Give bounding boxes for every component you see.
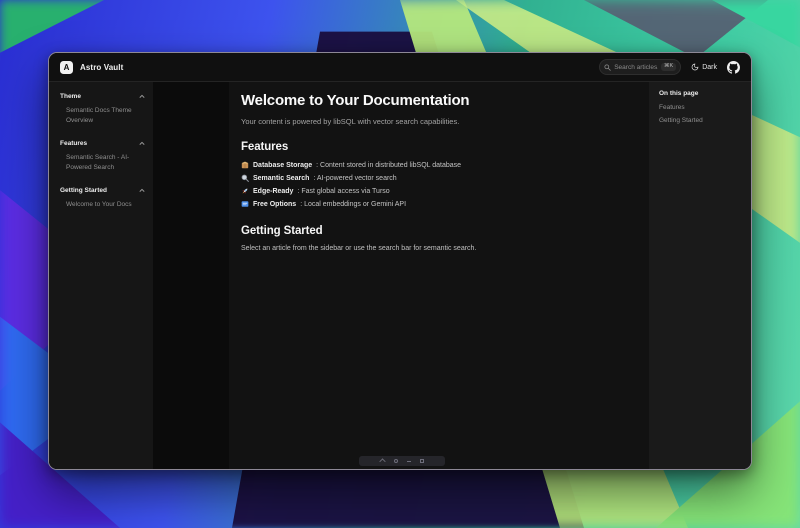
search-icon: [604, 64, 611, 71]
on-this-page-panel: On this page Features Getting Started: [649, 82, 751, 469]
search-shortcut-badge: ⌘K: [661, 63, 676, 72]
feature-desc: : AI-powered vector search: [313, 175, 396, 182]
search-input[interactable]: [614, 64, 658, 71]
sidebar-section-title: Getting Started: [60, 187, 107, 194]
mini-toolbar[interactable]: [359, 456, 445, 466]
feature-desc: : Content stored in distributed libSQL d…: [316, 162, 461, 169]
sidebar-section-header[interactable]: Theme: [59, 91, 146, 102]
app-body: Theme Semantic Docs Theme Overview Featu…: [49, 82, 751, 469]
app-window: A Astro Vault ⌘K Dark: [48, 52, 752, 470]
header-actions: ⌘K Dark: [599, 59, 740, 75]
app-logo[interactable]: A: [60, 61, 73, 74]
moon-icon: [691, 63, 699, 71]
free-icon: [241, 200, 249, 208]
feature-desc: : Local embeddings or Gemini API: [300, 201, 406, 208]
feature-item-database: Database Storage : Content stored in dist…: [241, 161, 633, 169]
sidebar-section-features: Features Semantic Search - AI-Powered Se…: [59, 138, 146, 176]
sidebar-section-header[interactable]: Getting Started: [59, 185, 146, 196]
desktop-wallpaper: A Astro Vault ⌘K Dark: [0, 0, 800, 528]
dash-glyph-icon: [407, 461, 411, 462]
feature-label: Free Options: [253, 201, 296, 208]
sidebar-section-header[interactable]: Features: [59, 138, 146, 149]
chevron-glyph-icon: [379, 458, 385, 464]
sidebar-item-semantic-search[interactable]: Semantic Search - AI-Powered Search: [59, 149, 141, 176]
theme-toggle-label: Dark: [702, 64, 717, 71]
feature-label: Database Storage: [253, 162, 312, 169]
page-title: Welcome to Your Documentation: [241, 92, 633, 109]
features-list: Database Storage : Content stored in dist…: [241, 161, 633, 208]
theme-toggle-button[interactable]: Dark: [691, 63, 717, 71]
getting-started-heading: Getting Started: [241, 225, 633, 237]
sidebar-section-title: Features: [60, 140, 87, 147]
sidebar-section-theme: Theme Semantic Docs Theme Overview: [59, 91, 146, 129]
sidebar-item-welcome[interactable]: Welcome to Your Docs: [59, 196, 141, 213]
feature-item-free-options: Free Options : Local embeddings or Gemini…: [241, 200, 633, 208]
feature-desc: : Fast global access via Turso: [297, 188, 389, 195]
feature-item-semantic-search: Semantic Search : AI-powered vector searc…: [241, 174, 633, 182]
chevron-up-icon: [139, 94, 145, 99]
getting-started-section: Getting Started Select an article from t…: [241, 225, 633, 252]
chevron-up-icon: [139, 141, 145, 146]
github-link[interactable]: [727, 61, 740, 74]
github-icon: [727, 61, 740, 74]
brand-title[interactable]: Astro Vault: [80, 63, 123, 72]
sidebar-section-getting-started: Getting Started Welcome to Your Docs: [59, 185, 146, 213]
toc-link-features[interactable]: Features: [659, 104, 745, 111]
app-header: A Astro Vault ⌘K Dark: [49, 53, 751, 82]
magnifier-icon: [241, 174, 249, 182]
toc-title: On this page: [659, 90, 745, 97]
feature-label: Edge-Ready: [253, 188, 293, 195]
sidebar-section-title: Theme: [60, 93, 81, 100]
sidebar-item-theme-overview[interactable]: Semantic Docs Theme Overview: [59, 102, 141, 129]
page-intro: Your content is powered by libSQL with v…: [241, 117, 633, 126]
box-glyph-icon: [420, 459, 424, 463]
content-gutter: [153, 82, 229, 469]
package-icon: [241, 161, 249, 169]
feature-label: Semantic Search: [253, 175, 309, 182]
rocket-icon: [241, 187, 249, 195]
main-content: Welcome to Your Documentation Your conte…: [229, 82, 649, 469]
dot-glyph-icon: [394, 459, 398, 463]
search-box[interactable]: ⌘K: [599, 59, 681, 75]
sidebar-nav: Theme Semantic Docs Theme Overview Featu…: [49, 82, 153, 469]
features-heading: Features: [241, 141, 633, 153]
chevron-up-icon: [139, 188, 145, 193]
feature-item-edge-ready: Edge-Ready : Fast global access via Turso: [241, 187, 633, 195]
getting-started-text: Select an article from the sidebar or us…: [241, 245, 633, 252]
toc-link-getting-started[interactable]: Getting Started: [659, 117, 745, 124]
